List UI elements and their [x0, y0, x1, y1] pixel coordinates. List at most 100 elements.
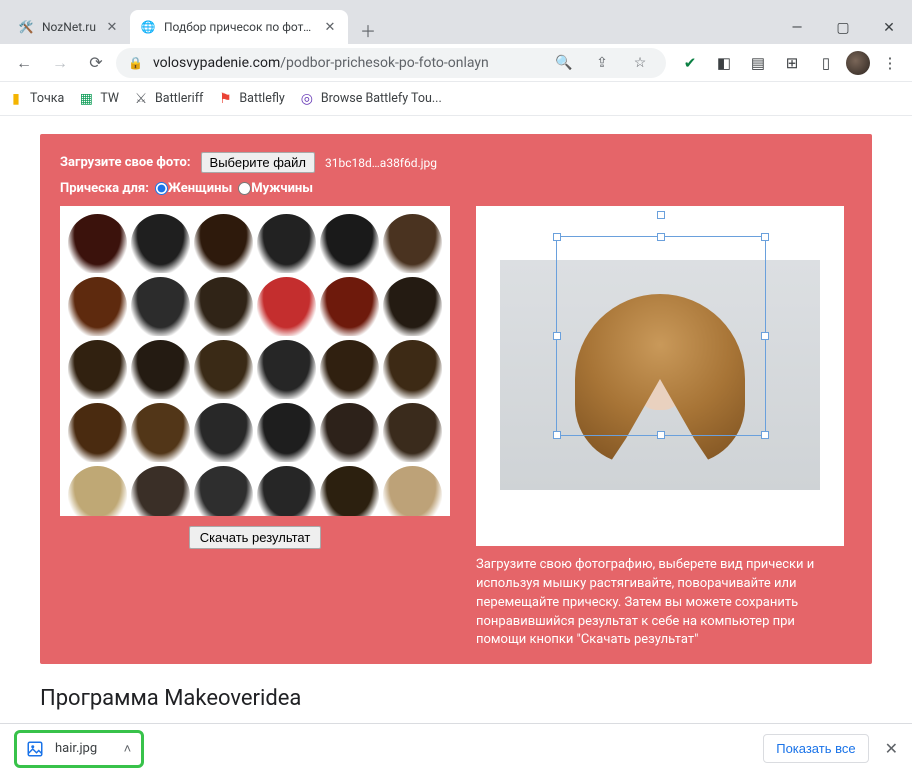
upload-label: Загрузите свое фото: [60, 155, 191, 170]
hairstyle-thumb[interactable] [131, 340, 190, 399]
minimize-button[interactable]: — [774, 12, 820, 44]
show-all-downloads-button[interactable]: Показать все [763, 734, 868, 763]
zoom-icon[interactable]: 🔍 [550, 49, 578, 77]
bookmark-tw[interactable]: ▦TW [78, 91, 119, 107]
section-title: Программа Makeoveridea [40, 686, 872, 711]
hairstyle-thumb[interactable] [131, 277, 190, 336]
browser-tabstrip: 🛠️ NozNet.ru ✕ 🌐 Подбор причесок по фото… [0, 0, 912, 44]
hairstyle-thumb[interactable] [68, 277, 127, 336]
hairstyle-thumb[interactable] [320, 403, 379, 462]
download-item[interactable]: hair.jpg ˄ [14, 730, 144, 768]
radio-female[interactable] [155, 182, 168, 195]
close-shelf-icon[interactable]: ✕ [885, 739, 898, 758]
url-text: volosvypadenie.com/podbor-prichesok-po-f… [153, 55, 540, 71]
hairstyle-thumb[interactable] [194, 466, 253, 516]
resize-handle[interactable] [657, 233, 665, 241]
close-window-button[interactable]: ✕ [866, 12, 912, 44]
hairstyle-thumb[interactable] [383, 340, 442, 399]
hairstyle-thumb[interactable] [383, 403, 442, 462]
hairstyle-thumb[interactable] [68, 403, 127, 462]
hairstyle-thumb[interactable] [383, 466, 442, 516]
hairstyle-thumb[interactable] [194, 277, 253, 336]
hairstyle-thumb[interactable] [257, 214, 316, 273]
instructions-text: Загрузите свою фотографию, выберете вид … [476, 556, 844, 650]
maximize-button[interactable]: ▢ [820, 12, 866, 44]
share-icon[interactable]: ⇪ [588, 49, 616, 77]
download-filename: hair.jpg [55, 741, 97, 756]
reload-button[interactable]: ⟳ [80, 47, 112, 79]
resize-handle[interactable] [657, 431, 665, 439]
tab-noznet[interactable]: 🛠️ NozNet.ru ✕ [8, 10, 130, 44]
hairstyle-thumb[interactable] [320, 214, 379, 273]
radio-male[interactable] [238, 182, 251, 195]
image-file-icon [25, 739, 45, 759]
preview-column: Загрузите свою фотографию, выберете вид … [476, 206, 844, 650]
resize-handle[interactable] [761, 332, 769, 340]
tab-active[interactable]: 🌐 Подбор причесок по фото онла ✕ [130, 10, 348, 44]
hairstyle-thumb[interactable] [131, 466, 190, 516]
chevron-up-icon[interactable]: ˄ [124, 741, 132, 757]
gender-female-option[interactable]: Женщины [155, 181, 232, 196]
globe-icon: 🌐 [140, 19, 156, 35]
close-tab-icon[interactable]: ✕ [322, 19, 338, 35]
bookmark-battlefly[interactable]: ⚑Battlefly [217, 91, 284, 107]
star-icon[interactable]: ☆ [626, 49, 654, 77]
extensions-puzzle-icon[interactable]: ⊞ [778, 49, 806, 77]
address-bar[interactable]: 🔒 volosvypadenie.com/podbor-prichesok-po… [116, 48, 666, 78]
extension-icon[interactable]: ◧ [710, 49, 738, 77]
hairstyle-thumb[interactable] [68, 340, 127, 399]
resize-handle[interactable] [761, 233, 769, 241]
back-button[interactable]: ← [8, 47, 40, 79]
selected-filename: 31bc18d…a38f6d.jpg [325, 156, 437, 170]
hairstyle-thumb[interactable] [257, 466, 316, 516]
upload-row: Загрузите свое фото: Выберите файл 31bc1… [60, 152, 852, 173]
lock-icon: 🔒 [128, 56, 143, 70]
resize-handle[interactable] [553, 233, 561, 241]
hairstyle-thumb[interactable] [194, 403, 253, 462]
close-tab-icon[interactable]: ✕ [104, 19, 120, 35]
hairstyle-thumb[interactable] [194, 340, 253, 399]
bookmarks-side-icon[interactable]: ▯ [812, 49, 840, 77]
wrench-icon: 🛠️ [18, 19, 34, 35]
hairstyle-thumb[interactable] [320, 466, 379, 516]
extension-adguard-icon[interactable]: ✔ [676, 49, 704, 77]
hairstyle-thumb[interactable] [257, 277, 316, 336]
menu-icon[interactable]: ⋮ [876, 49, 904, 77]
hairstyle-thumb[interactable] [257, 403, 316, 462]
hairstyle-thumb[interactable] [131, 403, 190, 462]
resize-handle[interactable] [553, 332, 561, 340]
preview-canvas[interactable] [476, 206, 844, 546]
choose-file-button[interactable]: Выберите файл [201, 152, 315, 173]
resize-handle[interactable] [761, 431, 769, 439]
resize-handle[interactable] [553, 431, 561, 439]
gender-row: Прическа для: Женщины Мужчины [60, 181, 852, 196]
hairstyle-thumb[interactable] [194, 214, 253, 273]
hairstyle-thumb[interactable] [68, 466, 127, 516]
hairstyle-gallery[interactable] [60, 206, 450, 516]
hairstyle-thumb[interactable] [257, 340, 316, 399]
tab-title: Подбор причесок по фото онла [164, 20, 314, 34]
hairstyle-thumb[interactable] [320, 340, 379, 399]
hairstyle-thumb[interactable] [68, 214, 127, 273]
selection-box[interactable] [556, 236, 766, 436]
extensions: ✔ ◧ ▤ ⊞ ▯ ⋮ [676, 49, 904, 77]
hairstyle-thumb[interactable] [320, 277, 379, 336]
extension-icon[interactable]: ▤ [744, 49, 772, 77]
download-result-button[interactable]: Скачать результат [189, 526, 322, 549]
forward-button[interactable]: → [44, 47, 76, 79]
bookmark-battleriff[interactable]: ⚔Battleriff [133, 91, 203, 107]
hairstyle-thumb[interactable] [383, 277, 442, 336]
hairstyle-thumb[interactable] [383, 214, 442, 273]
rotate-handle[interactable] [657, 211, 665, 219]
folder-icon: ▮ [8, 91, 24, 107]
page-content: Загрузите свое фото: Выберите файл 31bc1… [0, 116, 912, 723]
gender-male-option[interactable]: Мужчины [238, 181, 313, 196]
profile-avatar[interactable] [846, 51, 870, 75]
flag-icon: ⚑ [217, 91, 233, 107]
tab-title: NozNet.ru [42, 20, 96, 34]
hairstyle-thumb[interactable] [131, 214, 190, 273]
bookmark-tochka[interactable]: ▮Точка [8, 91, 64, 107]
browser-toolbar: ← → ⟳ 🔒 volosvypadenie.com/podbor-priche… [0, 44, 912, 82]
new-tab-button[interactable]: ＋ [354, 16, 382, 44]
bookmark-battlefy[interactable]: ◎Browse Battlefy Tou... [299, 91, 442, 107]
